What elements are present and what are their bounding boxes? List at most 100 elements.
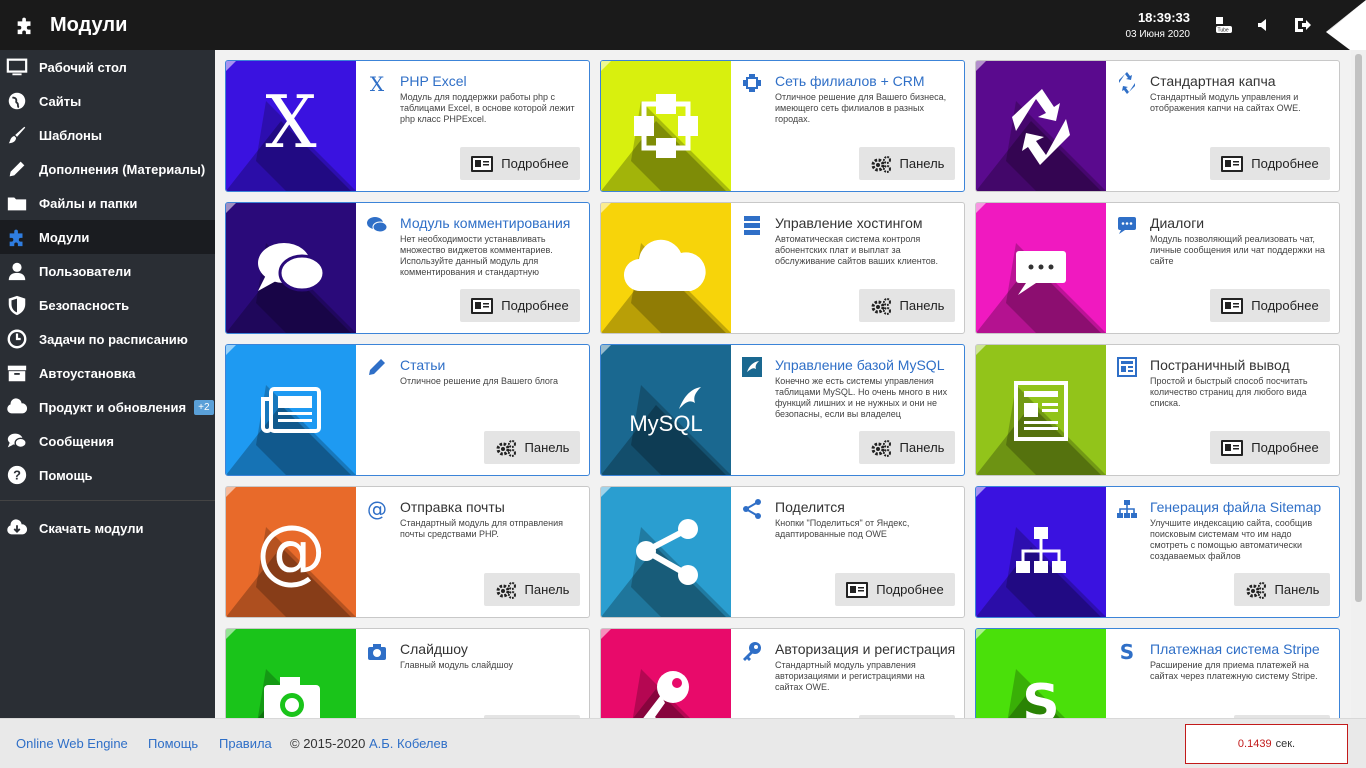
module-image[interactable] bbox=[601, 629, 731, 718]
sidebar-item-11[interactable]: Сообщения bbox=[0, 424, 215, 458]
sidebar-item-6[interactable]: Пользователи bbox=[0, 254, 215, 288]
details-button[interactable]: Подробнее bbox=[460, 289, 580, 322]
sidebar-item-12[interactable]: ? Помощь bbox=[0, 458, 215, 492]
sidebar-item-9[interactable]: Автоустановка bbox=[0, 356, 215, 390]
button-label: Подробнее bbox=[1251, 298, 1319, 313]
sidebar-item-4[interactable]: Файлы и папки bbox=[0, 186, 215, 220]
module-description: Нет необходимости устанавливать множеств… bbox=[400, 234, 553, 277]
button-label: Подробнее bbox=[501, 156, 569, 171]
update-badge: +2 bbox=[194, 399, 214, 415]
module-card-network[interactable]: Сеть филиалов + CRM Отличное решение для … bbox=[600, 60, 965, 192]
sidebar-item-0[interactable]: Рабочий стол bbox=[0, 50, 215, 84]
module-card-sitemap[interactable]: Генерация файла Sitemap Улучшите индексац… bbox=[975, 486, 1340, 618]
module-title[interactable]: Управление базой MySQL bbox=[775, 357, 960, 373]
puzzle-logo-icon bbox=[17, 17, 31, 35]
youtube-icon[interactable]: Tube bbox=[1214, 15, 1234, 35]
panel-button[interactable]: Панель bbox=[859, 431, 955, 464]
module-title[interactable]: Отправка почты bbox=[400, 499, 585, 515]
logout-icon[interactable] bbox=[1292, 15, 1312, 35]
module-card-pagination[interactable]: Постраничный вывод Простой и быстрый спос… bbox=[975, 344, 1340, 476]
module-card-stripe[interactable]: S S Платежная система Stripe Расширение для… bbox=[975, 628, 1340, 718]
footer-link-owe[interactable]: Online Web Engine bbox=[16, 736, 128, 751]
module-title[interactable]: Модуль комментирования bbox=[400, 215, 585, 231]
module-card-key[interactable]: Авторизация и регистрация Стандартный мод… bbox=[600, 628, 965, 718]
sidebar-item-2[interactable]: Шаблоны bbox=[0, 118, 215, 152]
module-image[interactable] bbox=[976, 61, 1106, 191]
module-card-dialog[interactable]: Диалоги Модуль позволяющий реализовать ча… bbox=[975, 202, 1340, 334]
module-title[interactable]: Постраничный вывод bbox=[1150, 357, 1335, 373]
details-button[interactable]: Подробнее bbox=[1210, 431, 1330, 464]
sidebar-item-1[interactable]: Сайты bbox=[0, 84, 215, 118]
id-card-icon bbox=[1221, 297, 1244, 314]
panel-button[interactable]: Панель bbox=[484, 573, 580, 606]
panel-button[interactable]: Панель bbox=[1234, 573, 1330, 606]
panel-button[interactable]: Панель bbox=[859, 147, 955, 180]
module-card-at[interactable]: @ @ Отправка почты Стандартный модуль для о… bbox=[225, 486, 590, 618]
module-card-mysql[interactable]: MySQL Управление базой MySQL Конечно же ес… bbox=[600, 344, 965, 476]
details-button[interactable]: Подробнее bbox=[835, 573, 955, 606]
button-label: Панель bbox=[899, 298, 945, 313]
sidebar-item-8[interactable]: Задачи по расписанию bbox=[0, 322, 215, 356]
copyright-author[interactable]: А.Б. Кобелев bbox=[369, 736, 448, 751]
module-title[interactable]: Поделится bbox=[775, 499, 960, 515]
module-title[interactable]: Стандартная капча bbox=[1150, 73, 1335, 89]
footer-link-rules[interactable]: Правила bbox=[219, 736, 272, 751]
module-card-cloud[interactable]: Управление хостингом Автоматическая систе… bbox=[600, 202, 965, 334]
module-title[interactable]: Авторизация и регистрация bbox=[775, 641, 960, 657]
details-button[interactable]: Подробнее bbox=[460, 147, 580, 180]
footer-link-help[interactable]: Помощь bbox=[148, 736, 198, 751]
module-card-comments[interactable]: Модуль комментирования Нет необходимости … bbox=[225, 202, 590, 334]
module-image[interactable] bbox=[601, 203, 731, 333]
scrollbar[interactable] bbox=[1351, 50, 1366, 718]
sidebar-item-label: Продукт и обновления bbox=[39, 399, 187, 415]
module-title[interactable]: Генерация файла Sitemap bbox=[1150, 499, 1335, 515]
sidebar-item-7[interactable]: Безопасность bbox=[0, 288, 215, 322]
module-title[interactable]: PHP Excel bbox=[400, 73, 585, 89]
module-image[interactable]: S bbox=[976, 629, 1106, 718]
module-image[interactable] bbox=[226, 629, 356, 718]
module-title[interactable]: Сеть филиалов + CRM bbox=[775, 73, 960, 89]
module-title[interactable]: Диалоги bbox=[1150, 215, 1335, 231]
module-image[interactable] bbox=[601, 61, 731, 191]
network-icon bbox=[601, 94, 731, 191]
module-image[interactable]: @ bbox=[226, 487, 356, 617]
module-card-share[interactable]: Поделится Кнопки "Поделиться" от Яндекс, … bbox=[600, 486, 965, 618]
module-image[interactable] bbox=[226, 203, 356, 333]
sidebar-item-label: Модули bbox=[39, 229, 90, 245]
sidebar-item-label: Пользователи bbox=[39, 263, 132, 279]
module-image[interactable]: X bbox=[226, 61, 356, 191]
panel-button[interactable]: Панель bbox=[859, 289, 955, 322]
module-title[interactable]: Слайдшоу bbox=[400, 641, 585, 657]
download-modules-button[interactable]: Скачать модули bbox=[0, 511, 215, 545]
module-image[interactable] bbox=[976, 345, 1106, 475]
sidebar-item-3[interactable]: Дополнения (Материалы) bbox=[0, 152, 215, 186]
at-title-icon: @ bbox=[367, 498, 387, 520]
volume-icon[interactable] bbox=[1254, 15, 1274, 35]
module-card-recycle[interactable]: Стандартная капча Стандартный модуль упра… bbox=[975, 60, 1340, 192]
gears-icon bbox=[871, 155, 891, 173]
module-image[interactable] bbox=[976, 203, 1106, 333]
module-image[interactable] bbox=[976, 487, 1106, 617]
module-card-newspaper[interactable]: Статьи Отличное решение для Вашего блога П… bbox=[225, 344, 590, 476]
sidebar-item-label: Сообщения bbox=[39, 433, 114, 449]
module-title[interactable]: Управление хостингом bbox=[775, 215, 960, 231]
sidebar-divider bbox=[0, 500, 215, 501]
module-card-excel[interactable]: X X PHP Excel Модуль для поддержки работы p… bbox=[225, 60, 590, 192]
module-title[interactable]: Статьи bbox=[400, 357, 585, 373]
network-title-icon bbox=[743, 74, 761, 92]
module-description: Отличное решение для Вашего блога bbox=[400, 376, 559, 386]
id-card-icon bbox=[1221, 439, 1244, 456]
sidebar-item-10[interactable]: Продукт и обновления +2 bbox=[0, 390, 215, 424]
scrollbar-thumb[interactable] bbox=[1355, 54, 1362, 602]
module-title[interactable]: Платежная система Stripe bbox=[1150, 641, 1335, 657]
excel-title-icon: X bbox=[370, 72, 385, 94]
sidebar-item-5[interactable]: Модули bbox=[0, 220, 223, 254]
module-card-camera[interactable]: СлайдшоуГлавный модуль слайдшоуПанель bbox=[225, 628, 590, 718]
details-button[interactable]: Подробнее bbox=[1210, 289, 1330, 322]
module-image[interactable] bbox=[226, 345, 356, 475]
details-button[interactable]: Подробнее bbox=[1210, 147, 1330, 180]
module-image[interactable] bbox=[601, 487, 731, 617]
module-description: Модуль позволяющий реализовать чат, личн… bbox=[1150, 234, 1325, 266]
panel-button[interactable]: Панель bbox=[484, 431, 580, 464]
module-image[interactable]: MySQL bbox=[601, 345, 731, 475]
